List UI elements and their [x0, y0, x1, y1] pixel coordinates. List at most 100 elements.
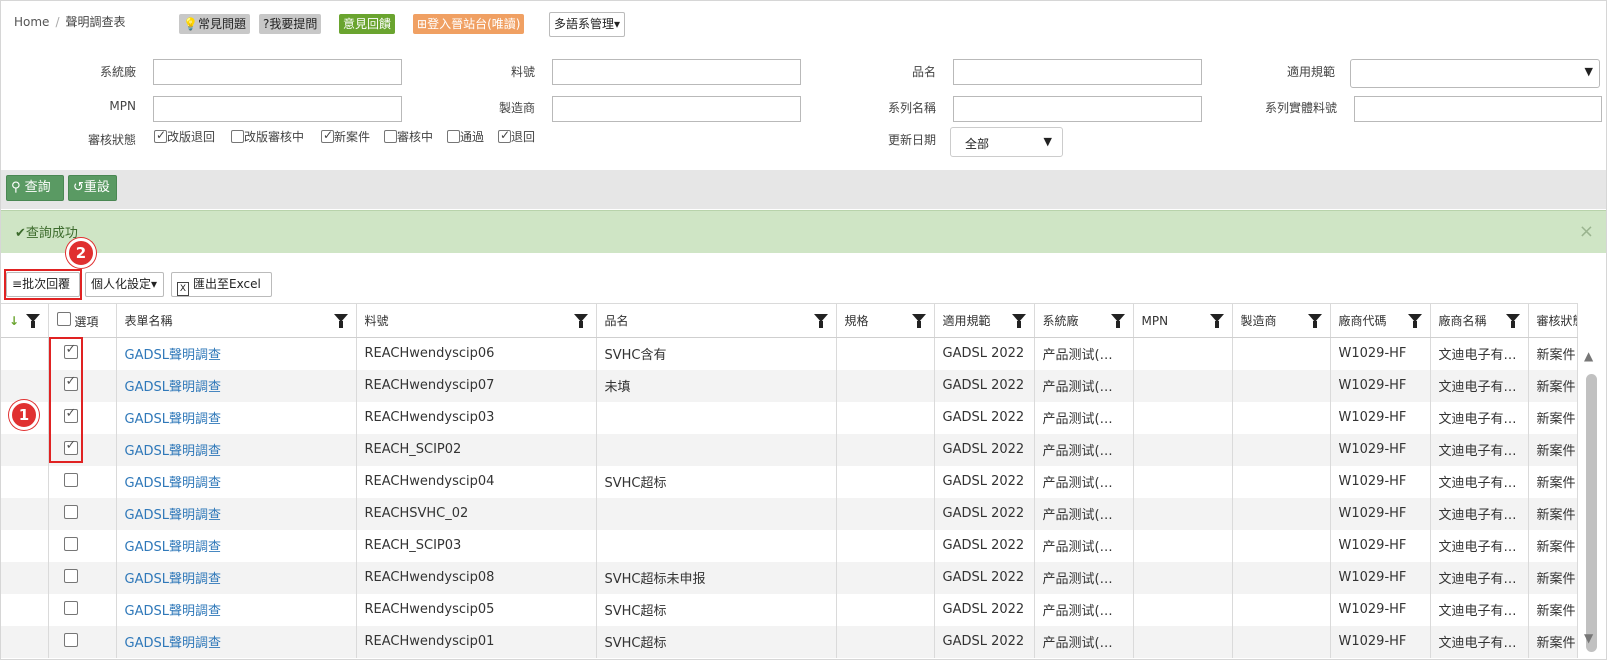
table-row[interactable]: GADSL聲明調查REACH_SCIP02 GADSL 2022产品测试(… W10…	[1, 433, 1578, 466]
mpn-input[interactable]	[153, 96, 402, 122]
column-header[interactable]: 適用規範	[934, 303, 1035, 338]
status-option[interactable]: 通過	[447, 128, 484, 145]
table-row[interactable]: GADSL聲明調查 REACH_SCIP03 GADSL 2022 产品测试(… W10…	[1, 529, 1578, 562]
filter-icon[interactable]	[25, 314, 40, 328]
status-option[interactable]: 改版退回	[154, 128, 215, 145]
sort-filter-header[interactable]: ↓	[1, 303, 49, 338]
status-option-label: 改版退回	[167, 130, 216, 144]
regulation-select[interactable]: ▼	[1350, 59, 1600, 88]
personalize-dropdown[interactable]: 個人化設定▾	[85, 272, 164, 297]
form-name-link[interactable]: GADSL聲明調查	[116, 561, 357, 594]
table-cell: 产品测试(…	[1034, 561, 1134, 594]
ask-question-button[interactable]: ?我要提問	[259, 14, 322, 34]
export-excel-button[interactable]: X 匯出至Excel	[171, 272, 272, 297]
status-option[interactable]: 新案件	[321, 128, 370, 145]
column-header[interactable]: 表單名稱	[116, 303, 357, 338]
table-row[interactable]: GADSL聲明調查 REACHwendyscip04 SVHC超标 GADSL 202…	[1, 465, 1578, 498]
row-checkbox[interactable]	[63, 472, 78, 487]
form-name-link[interactable]: GADSL聲明調查	[116, 337, 357, 370]
filter-icon[interactable]	[1011, 314, 1026, 328]
column-header[interactable]: 審核狀態	[1528, 303, 1578, 338]
form-name-link[interactable]: GADSL聲明調查	[116, 625, 357, 658]
series-entity-no-input[interactable]	[1354, 96, 1602, 122]
column-header[interactable]: MPN	[1133, 303, 1233, 338]
close-icon[interactable]: ×	[1579, 221, 1594, 242]
filter-icon[interactable]	[1209, 314, 1224, 328]
checkbox[interactable]	[498, 128, 511, 143]
login-site-button[interactable]: ⊞登入晉站台(唯讀)	[413, 14, 525, 34]
status-option-label: 退回	[511, 130, 536, 144]
form-name-link[interactable]: GADSL聲明調查	[116, 529, 357, 562]
row-checkbox[interactable]	[63, 600, 78, 615]
form-name-link[interactable]: GADSL聲明調查	[116, 593, 357, 626]
table-row[interactable]: GADSL聲明調查 REACHwendyscip08 SVHC超标未申报 GADSL …	[1, 561, 1578, 594]
checkbox[interactable]	[447, 130, 460, 143]
filter-icon[interactable]	[911, 314, 926, 328]
column-header[interactable]: 廠商名稱	[1430, 303, 1529, 338]
reset-button[interactable]: ↺重設	[68, 175, 117, 201]
form-name-link[interactable]: GADSL聲明調查	[116, 497, 357, 530]
column-header[interactable]: 製造商	[1232, 303, 1331, 338]
feedback-button[interactable]: 意見回饋	[339, 14, 396, 34]
scroll-up-arrow-icon[interactable]: ▲	[1584, 349, 1593, 363]
scrollbar-thumb[interactable]	[1586, 374, 1597, 652]
table-cell: 产品测试(…	[1034, 369, 1134, 402]
checkbox[interactable]	[231, 130, 244, 143]
action-bar	[1, 170, 1606, 209]
row-checkbox[interactable]	[63, 504, 78, 519]
form-name-link[interactable]: GADSL聲明調查	[116, 369, 357, 402]
row-checkbox[interactable]	[63, 536, 78, 551]
product-name-input[interactable]	[953, 59, 1202, 85]
scroll-down-arrow-icon[interactable]: ▼	[1584, 631, 1593, 645]
language-dropdown[interactable]: 多語系管理▾	[549, 12, 626, 37]
filter-icon[interactable]	[333, 314, 348, 328]
manufacturer-input[interactable]	[552, 96, 801, 122]
table-row[interactable]: GADSL聲明調查REACHwendyscip03 GADSL 2022产品测试(…	[1, 401, 1578, 434]
checkbox[interactable]	[384, 130, 397, 143]
row-checkbox[interactable]	[63, 632, 78, 647]
filter-icon[interactable]	[573, 314, 588, 328]
form-name-link[interactable]: GADSL聲明調查	[116, 401, 357, 434]
filter-icon[interactable]	[1307, 314, 1322, 328]
table-cell	[1232, 337, 1331, 370]
table-row[interactable]: GADSL聲明調查REACHwendyscip06SVHC含有 GADSL 202…	[1, 337, 1578, 370]
column-header[interactable]: 品名	[596, 303, 837, 338]
column-header[interactable]: 廠商代碼	[1330, 303, 1431, 338]
table-cell: W1029-HF	[1330, 561, 1431, 594]
table-row[interactable]: GADSL聲明調查 REACHwendyscip01 SVHC超标 GADSL 202…	[1, 625, 1578, 658]
part-no-input[interactable]	[552, 59, 801, 85]
status-option[interactable]: 退回	[498, 128, 535, 145]
column-header[interactable]: 料號	[356, 303, 597, 338]
faq-button[interactable]: 💡常見問題	[179, 14, 250, 34]
form-name-link[interactable]: GADSL聲明調查	[116, 433, 357, 466]
table-cell	[596, 433, 837, 466]
label-review-status: 審核狀態	[87, 133, 136, 147]
table-cell	[1133, 593, 1233, 626]
filter-icon[interactable]	[1110, 314, 1125, 328]
row-gutter	[1, 433, 49, 466]
column-header[interactable]: 規格	[836, 303, 935, 338]
table-row[interactable]: GADSL聲明調查 REACHwendyscip05 SVHC超标 GADSL 202…	[1, 593, 1578, 626]
status-option[interactable]: 改版審核中	[231, 128, 304, 145]
status-option[interactable]: 審核中	[384, 128, 433, 145]
table-cell	[1232, 593, 1331, 626]
filter-icon[interactable]	[1505, 314, 1520, 328]
table-row[interactable]: GADSL聲明調查REACHwendyscip07未填 GADSL 2022产品测…	[1, 369, 1578, 402]
column-header[interactable]: 系統廠	[1034, 303, 1134, 338]
search-button[interactable]: ⚲ 查詢	[6, 175, 64, 201]
series-name-input[interactable]	[953, 96, 1202, 122]
breadcrumb-home[interactable]: Home	[14, 15, 49, 29]
select-all-checkbox[interactable]	[56, 311, 71, 326]
update-date-select[interactable]: 全部 ▼	[950, 127, 1063, 157]
row-select-cell	[48, 497, 117, 530]
filter-icon[interactable]	[1407, 314, 1422, 328]
undo-icon: ↺	[73, 180, 84, 195]
system-factory-input[interactable]	[153, 59, 402, 85]
table-row[interactable]: GADSL聲明調查 REACHSVHC_02 GADSL 2022 产品测试(… W10…	[1, 497, 1578, 530]
form-name-link[interactable]: GADSL聲明調查	[116, 465, 357, 498]
column-header-select[interactable]: 選項	[48, 303, 117, 338]
checkbox[interactable]	[154, 128, 167, 143]
filter-icon[interactable]	[813, 314, 828, 328]
row-checkbox[interactable]	[63, 568, 78, 583]
checkbox[interactable]	[321, 128, 334, 143]
